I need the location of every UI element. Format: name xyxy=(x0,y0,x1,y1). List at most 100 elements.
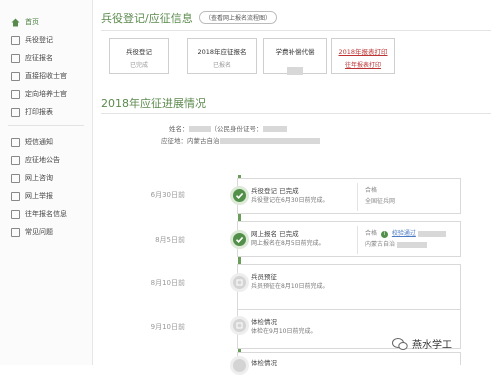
timeline-item: 兵役登记 已完成 兵役登记在6月30日前完成。 合格 全国征兵网 xyxy=(237,178,461,214)
sidebar-divider xyxy=(8,125,84,126)
sidebar-item-label: 应征报名 xyxy=(25,54,53,62)
name-redacted xyxy=(188,126,211,132)
card-title: 学费补偿代偿 xyxy=(275,48,315,56)
redacted-block xyxy=(264,60,326,79)
timeline-date: 6月30日前 xyxy=(150,191,185,199)
card-status: 往年报表打印 xyxy=(344,62,381,69)
sidebar-item-report[interactable]: 网上举报 xyxy=(0,188,92,204)
card-title: 2018年报表打印 xyxy=(338,48,388,56)
signup-icon xyxy=(11,53,20,63)
place-label: 应征地： xyxy=(161,137,187,145)
column-divider xyxy=(357,226,358,254)
timeline-item: 兵员预征 兵员预征在8月10日前完成。 xyxy=(237,264,461,312)
place-redacted xyxy=(219,138,320,144)
id-label: （公民身份证号： xyxy=(210,125,263,133)
sidebar-item-direct-recruit[interactable]: 直接招收士官 xyxy=(0,68,92,84)
faq-icon xyxy=(11,227,20,237)
id-redacted xyxy=(262,126,287,132)
sidebar-item-label: 往年报名信息 xyxy=(25,210,67,218)
wechat-icon xyxy=(392,337,408,350)
sidebar-item-label: 常见问题 xyxy=(25,228,53,236)
sidebar-item-notice[interactable]: 应征地公告 xyxy=(0,152,92,168)
place-value: 内蒙古自治 xyxy=(187,137,220,145)
step-desc: 网上报名在8月5日前完成。 xyxy=(251,240,325,247)
pending-icon xyxy=(230,316,249,335)
title-divider xyxy=(101,30,491,31)
timeline-item: 体检情况 xyxy=(237,352,461,367)
timeline-item: 网上报名 已完成 网上报名在8月5日前完成。 合格 i 校验通过 内蒙古自治 xyxy=(237,221,461,257)
step-result: 合格 xyxy=(365,230,378,237)
step-desc: 体检在9月10日前完成。 xyxy=(251,328,317,335)
sidebar-item-label: 直接招收士官 xyxy=(25,72,67,80)
step-title: 兵役登记 已完成 xyxy=(251,187,299,195)
column-divider xyxy=(357,183,358,211)
pending-icon xyxy=(230,356,249,375)
consult-icon xyxy=(11,173,20,183)
timeline-date: 9月10日前 xyxy=(150,323,185,331)
history-icon xyxy=(11,209,20,219)
watermark: 燕水学工 xyxy=(392,336,452,351)
sms-icon xyxy=(11,137,20,147)
card-status: 已完成 xyxy=(129,62,148,69)
pending-icon xyxy=(230,273,249,292)
verify-link[interactable]: 校验通过 xyxy=(392,230,416,237)
card-military-registration[interactable]: 兵役登记 已完成 xyxy=(109,38,169,74)
step-title: 兵员预征 xyxy=(251,273,277,281)
redacted-block xyxy=(396,241,427,248)
step-result: 合格 xyxy=(365,187,378,194)
place-row: 应征地：内蒙古自治 xyxy=(161,135,320,145)
step-source: 内蒙古自治 xyxy=(365,241,396,248)
card-status: 已报名 xyxy=(212,62,231,69)
section-divider xyxy=(101,113,491,114)
sidebar-item-label: 应征地公告 xyxy=(25,156,60,164)
recruit-icon xyxy=(11,71,20,81)
card-title: 兵役登记 xyxy=(126,48,152,56)
sidebar-item-sms[interactable]: 短信通知 xyxy=(0,134,92,150)
step-title: 体检情况 xyxy=(251,359,277,367)
check-icon xyxy=(230,230,249,249)
card-title: 2018年应征报名 xyxy=(197,48,247,56)
timeline-date: 8月10日前 xyxy=(150,279,185,287)
name-row: 姓名： （公民身份证号： xyxy=(169,123,287,133)
step-desc: 兵役登记在6月30日前完成。 xyxy=(251,197,329,204)
step-title: 网上报名 已完成 xyxy=(251,230,299,238)
sidebar-item-faq[interactable]: 常见问题 xyxy=(0,224,92,240)
timeline-date: 8月5日前 xyxy=(155,236,185,244)
sidebar-item-history[interactable]: 往年报名信息 xyxy=(0,206,92,222)
check-icon xyxy=(230,186,249,205)
register-icon xyxy=(11,35,20,45)
step-result-row: 合格 i 校验通过 xyxy=(365,228,446,238)
notice-icon xyxy=(11,155,20,165)
card-tuition-compensation[interactable]: 学费补偿代偿 xyxy=(263,38,327,75)
card-report-print[interactable]: 2018年报表打印 往年报表打印 xyxy=(331,38,395,74)
step-source: 全国征兵网 xyxy=(365,198,396,205)
step-source-row: 内蒙古自治 xyxy=(365,239,427,248)
print-icon xyxy=(11,107,20,117)
sidebar-item-label: 首页 xyxy=(25,18,39,26)
watermark-text: 燕水学工 xyxy=(412,340,452,351)
sidebar-item-home[interactable]: 首页 xyxy=(0,14,92,30)
step-title: 体检情况 xyxy=(251,318,277,326)
training-icon xyxy=(11,89,20,99)
step-desc: 兵员预征在8月10日前完成。 xyxy=(251,283,329,290)
sidebar-item-label: 兵役登记 xyxy=(25,36,53,44)
sidebar-item-label: 短信通知 xyxy=(25,138,53,146)
sidebar-item-signup[interactable]: 应征报名 xyxy=(0,50,92,66)
redacted-block xyxy=(417,230,446,237)
flowchart-link[interactable]: （查看网上报名流程图） xyxy=(199,11,278,24)
page-title: 兵役登记/应征信息 xyxy=(101,12,193,25)
main-content: 兵役登记/应征信息 （查看网上报名流程图） 兵役登记 已完成 2018年应征报名… xyxy=(93,0,499,375)
card-enlistment-signup[interactable]: 2018年应征报名 已报名 xyxy=(187,38,257,74)
section-title: 2018年应征进展情况 xyxy=(101,97,206,110)
home-icon xyxy=(11,18,20,27)
sidebar-item-label: 打印报表 xyxy=(25,108,53,116)
sidebar-item-label: 定向培养士官 xyxy=(25,90,67,98)
sidebar-item-consult[interactable]: 网上咨询 xyxy=(0,170,92,186)
sidebar-item-label: 网上举报 xyxy=(25,192,53,200)
sidebar-item-directed-training[interactable]: 定向培养士官 xyxy=(0,86,92,102)
report-icon xyxy=(11,191,20,201)
sidebar-item-label: 网上咨询 xyxy=(25,174,53,182)
name-label: 姓名： xyxy=(169,125,189,133)
sidebar-item-register[interactable]: 兵役登记 xyxy=(0,32,92,48)
sidebar-item-print[interactable]: 打印报表 xyxy=(0,104,92,120)
